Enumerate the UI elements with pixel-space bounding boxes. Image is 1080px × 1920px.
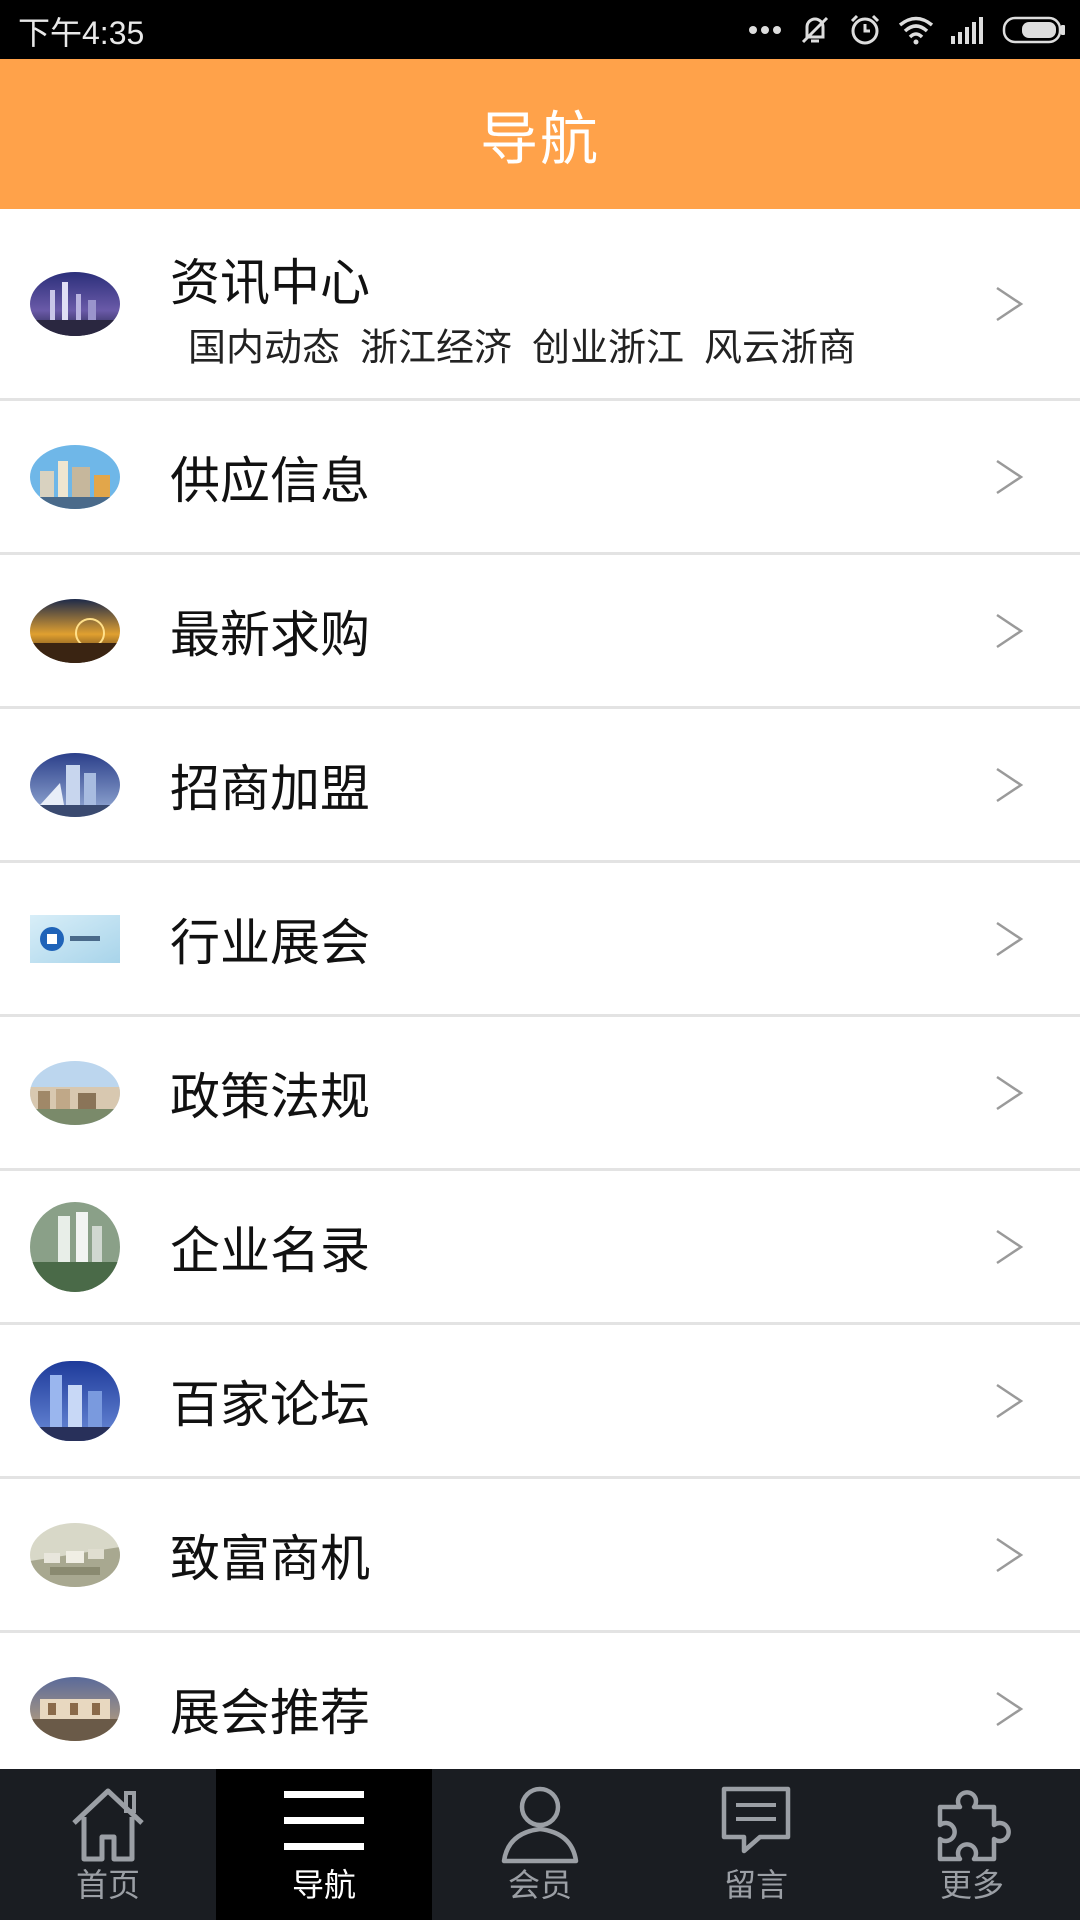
nav-item-policy-regulations[interactable]: 政策法规 xyxy=(0,1017,1080,1171)
home-icon xyxy=(72,1788,144,1862)
status-bar: 下午4:35 xyxy=(0,0,1080,59)
tab-label: 会员 xyxy=(507,1866,572,1904)
nav-item-business-opportunities[interactable]: 致富商机 xyxy=(0,1479,1080,1633)
chevron-right-icon xyxy=(996,1537,1024,1572)
expo-recommendations-thumbnail xyxy=(30,1676,120,1741)
nav-item-label: 展会推荐 xyxy=(170,1683,370,1742)
tab-label: 首页 xyxy=(75,1866,140,1904)
nav-item-industry-expo[interactable]: 行业展会 xyxy=(0,863,1080,1017)
chevron-right-icon xyxy=(996,1383,1024,1418)
latest-purchase-thumbnail xyxy=(30,598,120,663)
chevron-right-icon xyxy=(996,767,1024,802)
tab-home[interactable]: 首页 xyxy=(0,1769,216,1920)
chevron-right-icon xyxy=(996,1075,1024,1110)
sublink-zhejiang-merchants[interactable]: 风云浙商 xyxy=(704,317,856,372)
nav-item-label: 百家论坛 xyxy=(170,1375,370,1434)
nav-item-label: 致富商机 xyxy=(170,1529,370,1588)
message-icon xyxy=(721,1786,791,1854)
nav-item-label: 政策法规 xyxy=(170,1067,370,1126)
business-opportunities-thumbnail xyxy=(30,1522,120,1587)
supply-info-thumbnail xyxy=(30,444,120,509)
puzzle-icon xyxy=(937,1790,1011,1862)
nav-item-franchise[interactable]: 招商加盟 xyxy=(0,709,1080,863)
signal-icon xyxy=(951,17,983,44)
nav-item-company-directory[interactable]: 企业名录 xyxy=(0,1171,1080,1325)
sublink-domestic-news[interactable]: 国内动态 xyxy=(188,317,340,372)
nav-item-news-center[interactable]: 资讯中心 国内动态 浙江经济 创业浙江 风云浙商 xyxy=(0,209,1080,401)
tab-member[interactable]: 会员 xyxy=(432,1769,648,1920)
nav-item-supply-info[interactable]: 供应信息 xyxy=(0,401,1080,555)
chevron-right-icon xyxy=(996,921,1024,956)
sublink-zhejiang-economy[interactable]: 浙江经济 xyxy=(360,317,512,372)
tab-label: 留言 xyxy=(723,1866,788,1904)
news-center-thumbnail xyxy=(30,271,120,336)
user-icon xyxy=(501,1786,579,1864)
nav-list: 资讯中心 国内动态 浙江经济 创业浙江 风云浙商 供应信息 最新求购 招商加盟 xyxy=(0,209,1080,1784)
nav-item-expo-recommendations[interactable]: 展会推荐 xyxy=(0,1633,1080,1784)
news-sublinks: 国内动态 浙江经济 创业浙江 风云浙商 xyxy=(188,317,856,372)
tab-label: 导航 xyxy=(291,1866,356,1904)
chevron-right-icon xyxy=(996,1229,1024,1264)
status-time: 下午4:35 xyxy=(18,15,145,51)
policy-regulations-thumbnail xyxy=(30,1060,120,1125)
company-directory-thumbnail xyxy=(30,1201,120,1292)
vibrate-off-icon xyxy=(801,16,829,44)
wifi-icon xyxy=(898,16,934,45)
alarm-icon xyxy=(850,14,880,45)
tab-more[interactable]: 更多 xyxy=(864,1769,1080,1920)
more-dots-icon xyxy=(749,26,781,34)
nav-item-label: 资讯中心 xyxy=(170,254,370,312)
forum-thumbnail xyxy=(30,1360,120,1441)
nav-item-label: 企业名录 xyxy=(170,1221,370,1280)
page-title: 导航 xyxy=(479,105,600,173)
tab-message[interactable]: 留言 xyxy=(648,1769,864,1920)
bottom-tab-bar: 首页 导航 会员 留言 更多 xyxy=(0,1769,1080,1920)
nav-item-label: 行业展会 xyxy=(170,913,370,972)
tab-label: 更多 xyxy=(939,1866,1004,1904)
nav-item-label: 招商加盟 xyxy=(170,759,370,818)
chevron-right-icon xyxy=(996,459,1024,494)
app-header: 导航 xyxy=(0,59,1080,209)
chevron-right-icon xyxy=(996,286,1024,321)
nav-item-label: 供应信息 xyxy=(170,451,370,510)
chevron-right-icon xyxy=(996,1691,1024,1726)
nav-item-label: 最新求购 xyxy=(170,605,370,664)
franchise-thumbnail xyxy=(30,752,120,817)
sublink-zhejiang-startup[interactable]: 创业浙江 xyxy=(532,317,684,372)
nav-item-latest-purchase[interactable]: 最新求购 xyxy=(0,555,1080,709)
industry-expo-thumbnail xyxy=(30,914,120,963)
nav-item-forum[interactable]: 百家论坛 xyxy=(0,1325,1080,1479)
status-icons xyxy=(748,10,1066,50)
chevron-right-icon xyxy=(996,613,1024,648)
tab-navigation[interactable]: 导航 xyxy=(216,1769,432,1920)
menu-icon xyxy=(284,1791,364,1850)
battery-icon xyxy=(1002,16,1065,44)
